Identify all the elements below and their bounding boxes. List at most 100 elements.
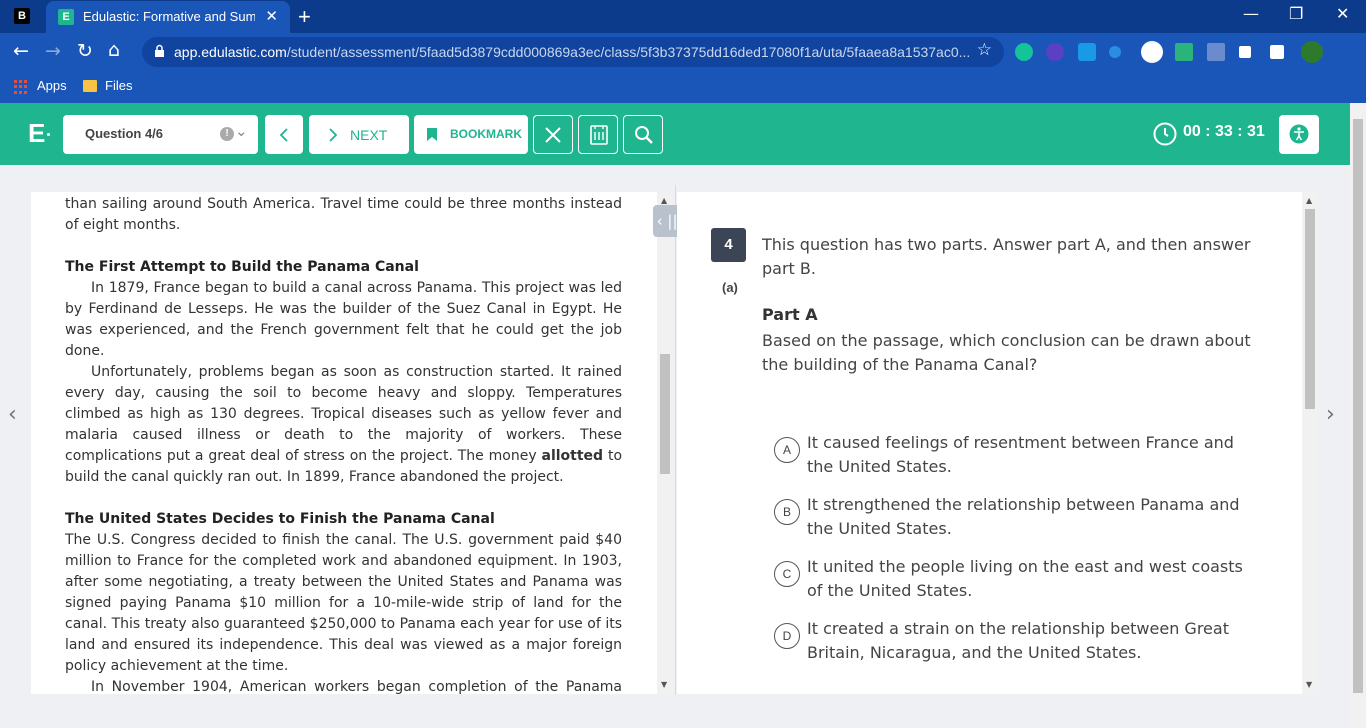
tab-title: Edulastic: Formative and Summative Asses… xyxy=(83,9,255,24)
apps-grid-icon[interactable] xyxy=(14,80,28,94)
lock-icon xyxy=(155,44,164,57)
choice-d[interactable]: D It created a strain on the relationshi… xyxy=(774,617,1254,667)
screencastify-icon[interactable] xyxy=(1175,43,1193,61)
page-scroll-thumb[interactable] xyxy=(1353,119,1363,693)
chevron-down-icon: ⌄ xyxy=(235,122,248,140)
minimize-icon[interactable]: — xyxy=(1243,4,1259,23)
scratchpad-button[interactable] xyxy=(578,115,618,154)
search-icon xyxy=(635,126,653,144)
magnifier-button[interactable] xyxy=(623,115,663,154)
choice-letter[interactable]: B xyxy=(774,499,800,525)
chevron-left-icon xyxy=(279,128,288,142)
section-heading: The First Attempt to Build the Panama Ca… xyxy=(65,259,419,275)
next-question-arrow-icon[interactable]: › xyxy=(1326,402,1335,427)
question-scrollbar[interactable]: ▲ ▼ xyxy=(1302,192,1318,694)
browser-tab-bar: B E Edulastic: Formative and Summative A… xyxy=(0,0,1366,33)
scroll-up-icon[interactable]: ▲ xyxy=(1306,196,1312,205)
next-button[interactable]: NEXT xyxy=(309,115,409,154)
question-stem: This question has two parts. Answer part… xyxy=(762,235,1251,278)
passage-paragraph: In November 1904, American workers began… xyxy=(91,679,622,694)
passage-panel: than sailing around South America. Trave… xyxy=(31,192,657,694)
assessment-toolbar: E Question 4/6 ! ⌄ NEXT BOOKMARK 00 : 33… xyxy=(0,103,1350,165)
previous-button[interactable] xyxy=(265,115,303,154)
bookmark-files[interactable]: Files xyxy=(105,78,132,93)
part-tag: (a) xyxy=(722,280,738,295)
bookmark-icon xyxy=(427,128,437,141)
passage-paragraph: Unfortunately, problems began as soon as… xyxy=(65,364,623,485)
choice-letter[interactable]: D xyxy=(774,623,800,649)
choice-letter[interactable]: A xyxy=(774,437,800,463)
reload-icon[interactable]: ↻ xyxy=(77,39,93,63)
extension-icon[interactable] xyxy=(1239,46,1251,58)
choice-letter[interactable]: C xyxy=(774,561,800,587)
timer-text: 00 : 33 : 31 xyxy=(1183,123,1265,140)
browser-tab[interactable]: E Edulastic: Formative and Summative Ass… xyxy=(46,1,290,33)
question-selector-label: Question 4/6 xyxy=(85,126,164,141)
choice-b[interactable]: B It strengthened the relationship betwe… xyxy=(774,493,1254,543)
scroll-up-icon[interactable]: ▲ xyxy=(661,196,667,205)
scroll-down-icon[interactable]: ▼ xyxy=(1306,680,1312,689)
warning-icon: ! xyxy=(220,127,234,141)
bookmarks-bar: Apps Files xyxy=(0,71,1366,103)
chevron-right-icon xyxy=(329,128,338,142)
choice-c[interactable]: C It united the people living on the eas… xyxy=(774,555,1254,605)
window-close-icon[interactable]: ✕ xyxy=(1336,4,1349,23)
browser-menu-icon[interactable]: B xyxy=(14,8,30,24)
question-scroll-thumb[interactable] xyxy=(1305,209,1315,409)
new-tab-icon[interactable]: + xyxy=(298,4,311,30)
choice-text[interactable]: It caused feelings of resentment between… xyxy=(807,431,1247,479)
address-bar[interactable]: app.edulastic.com/student/assessment/5fa… xyxy=(142,37,1004,67)
grammarly-icon[interactable] xyxy=(1015,43,1033,61)
passage-scroll-thumb[interactable] xyxy=(660,354,670,474)
next-label: NEXT xyxy=(350,127,388,143)
passage-paragraph: In 1879, France began to build a canal a… xyxy=(65,280,622,359)
choice-text[interactable]: It united the people living on the east … xyxy=(807,555,1247,603)
tab-close-icon[interactable]: ✕ xyxy=(265,7,278,25)
logo-dot xyxy=(47,133,50,136)
close-x-icon xyxy=(545,127,561,143)
folder-icon xyxy=(83,80,97,92)
extensions-puzzle-icon[interactable] xyxy=(1270,45,1284,59)
translate-icon[interactable] xyxy=(1078,43,1096,61)
edulastic-logo: E xyxy=(28,118,46,148)
url-text: app.edulastic.com/student/assessment/5fa… xyxy=(174,44,971,60)
choice-a[interactable]: A It caused feelings of resentment betwe… xyxy=(774,431,1254,481)
question-number-badge: 4 xyxy=(711,228,746,262)
clock-icon xyxy=(1153,122,1177,146)
part-title: Part A xyxy=(762,305,818,324)
profile-avatar-icon[interactable] xyxy=(1301,41,1323,63)
bookmark-label: BOOKMARK xyxy=(450,127,522,141)
choice-text[interactable]: It created a strain on the relationship … xyxy=(807,617,1247,665)
browser-nav-bar: ← → ↻ ⌂ app.edulastic.com/student/assess… xyxy=(0,33,1366,71)
passage-paragraph: The U.S. Congress decided to finish the … xyxy=(65,532,622,674)
question-panel: 4 This question has two parts. Answer pa… xyxy=(677,192,1302,694)
page-scrollbar[interactable] xyxy=(1350,103,1366,728)
passage-text: than sailing around South America. Trave… xyxy=(65,192,622,694)
vocab-word: allotted xyxy=(541,448,604,464)
extension-icon[interactable] xyxy=(1109,46,1121,58)
section-heading: The United States Decides to Finish the … xyxy=(65,511,495,527)
calculator-icon xyxy=(590,125,608,145)
panel-divider xyxy=(675,185,676,695)
restore-icon[interactable]: ❐ xyxy=(1289,4,1303,23)
extension-avatar-icon[interactable] xyxy=(1141,41,1163,63)
part-prompt: Based on the passage, which conclusion c… xyxy=(762,331,1251,374)
bookmark-apps[interactable]: Apps xyxy=(37,78,67,93)
scroll-down-icon[interactable]: ▼ xyxy=(661,680,667,689)
question-selector[interactable]: Question 4/6 ! ⌄ xyxy=(63,115,258,154)
bookmark-button[interactable]: BOOKMARK xyxy=(414,115,528,154)
home-icon[interactable]: ⌂ xyxy=(108,38,120,62)
back-icon[interactable]: ← xyxy=(13,39,29,63)
previous-question-arrow-icon[interactable]: ‹ xyxy=(8,402,17,427)
bookmark-star-icon[interactable]: ☆ xyxy=(977,40,992,60)
answer-eliminator-button[interactable] xyxy=(533,115,573,154)
accessibility-button[interactable] xyxy=(1279,115,1319,154)
forward-icon[interactable]: → xyxy=(45,39,61,63)
accessibility-icon xyxy=(1289,124,1309,144)
passage-scrollbar[interactable]: ▲ ▼ xyxy=(657,192,673,694)
extension-icon[interactable] xyxy=(1207,43,1225,61)
kami-icon[interactable] xyxy=(1046,43,1064,61)
choice-text[interactable]: It strengthened the relationship between… xyxy=(807,493,1247,541)
passage-intro: than sailing around South America. Trave… xyxy=(65,196,622,233)
edulastic-favicon-icon: E xyxy=(58,9,74,25)
